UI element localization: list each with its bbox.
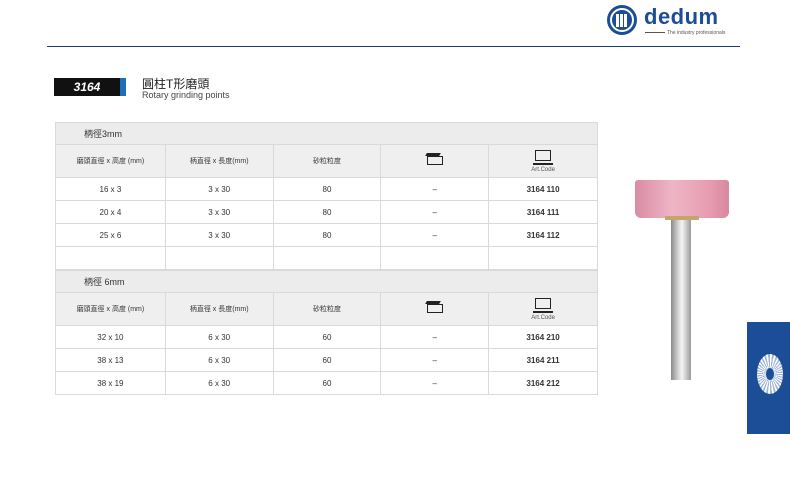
section-label: 柄徑3mm: [55, 122, 598, 145]
cell-size: 16 x 3: [55, 177, 166, 201]
cell-pack: –: [380, 223, 490, 247]
cell-size: 38 x 19: [55, 371, 166, 395]
category-side-tab: [747, 322, 790, 434]
dedum-logo: dedum The industry professionals: [607, 4, 742, 42]
cell-art-code: 3164 211: [488, 348, 598, 372]
col-head-art: Art.Code: [488, 292, 598, 326]
box-icon: [426, 303, 443, 313]
col-head-shank: 柄直徑 x 長度(mm): [164, 144, 274, 178]
cell-shank: 3 x 30: [164, 223, 274, 247]
cell-grit: 80: [272, 223, 382, 247]
col-head-pack: [380, 144, 490, 178]
cell-pack: –: [380, 200, 490, 224]
cell-shank: 3 x 30: [164, 200, 274, 224]
laptop-icon: [533, 297, 554, 313]
laptop-icon: [533, 149, 554, 165]
grinding-head: [635, 180, 729, 218]
cell-shank: 3 x 30: [164, 177, 274, 201]
table-header-row: 磨頭直徑 x 高度 (mm) 柄直徑 x 長度(mm) 砂粒粒度 Art.Cod…: [55, 144, 598, 178]
cell-art-code: 3164 111: [488, 200, 598, 224]
cell-pack: –: [380, 348, 490, 372]
box-icon: [426, 155, 443, 165]
shank: [671, 220, 691, 380]
col-head-size: 磨頭直徑 x 高度 (mm): [55, 292, 166, 326]
table-row: 25 x 6 3 x 30 80 – 3164 112: [55, 223, 598, 247]
cell-size: 20 x 4: [55, 200, 166, 224]
section-label: 柄徑 6mm: [55, 270, 598, 293]
cell-shank: 6 x 30: [164, 348, 274, 372]
cell-grit: 60: [272, 348, 382, 372]
grinding-point-image: [635, 180, 729, 380]
code-badge-accent: [120, 78, 126, 96]
logo-wordmark: dedum: [644, 4, 719, 29]
col-head-pack: [380, 292, 490, 326]
cell-shank: 6 x 30: [164, 371, 274, 395]
cell-size: 38 x 13: [55, 348, 166, 372]
table-row-empty: [55, 246, 598, 270]
table-row: 38 x 19 6 x 30 60 – 3164 212: [55, 371, 598, 395]
cell-art-code: 3164 212: [488, 371, 598, 395]
header-rule: [47, 46, 740, 47]
cell-grit: 60: [272, 371, 382, 395]
cell-pack: –: [380, 325, 490, 349]
col-head-grit: 砂粒粒度: [272, 292, 382, 326]
logo-tagline: The industry professionals: [645, 30, 740, 36]
product-code-badge: 3164: [54, 78, 120, 96]
cell-pack: –: [380, 371, 490, 395]
table-header-row: 磨頭直徑 x 高度 (mm) 柄直徑 x 長度(mm) 砂粒粒度 Art.Cod…: [55, 292, 598, 326]
cell-grit: 80: [272, 177, 382, 201]
logo-mark-icon: [607, 5, 637, 35]
table-row: 20 x 4 3 x 30 80 – 3164 111: [55, 200, 598, 224]
cell-art-code: 3164 112: [488, 223, 598, 247]
table-row: 16 x 3 3 x 30 80 – 3164 110: [55, 177, 598, 201]
product-table-3mm: 柄徑3mm 磨頭直徑 x 高度 (mm) 柄直徑 x 長度(mm) 砂粒粒度 A…: [55, 122, 598, 270]
product-title-en: Rotary grinding points: [142, 90, 230, 100]
cell-art-code: 3164 210: [488, 325, 598, 349]
cell-size: 25 x 6: [55, 223, 166, 247]
table-row: 38 x 13 6 x 30 60 – 3164 211: [55, 348, 598, 372]
cell-grit: 60: [272, 325, 382, 349]
col-head-grit: 砂粒粒度: [272, 144, 382, 178]
col-head-shank: 柄直徑 x 長度(mm): [164, 292, 274, 326]
product-table-6mm: 柄徑 6mm 磨頭直徑 x 高度 (mm) 柄直徑 x 長度(mm) 砂粒粒度 …: [55, 270, 598, 395]
col-head-size: 磨頭直徑 x 高度 (mm): [55, 144, 166, 178]
cell-art-code: 3164 110: [488, 177, 598, 201]
flap-disc-icon: [757, 354, 783, 394]
cell-pack: –: [380, 177, 490, 201]
cell-grit: 80: [272, 200, 382, 224]
cell-shank: 6 x 30: [164, 325, 274, 349]
table-row: 32 x 10 6 x 30 60 – 3164 210: [55, 325, 598, 349]
col-head-art: Art.Code: [488, 144, 598, 178]
cell-size: 32 x 10: [55, 325, 166, 349]
